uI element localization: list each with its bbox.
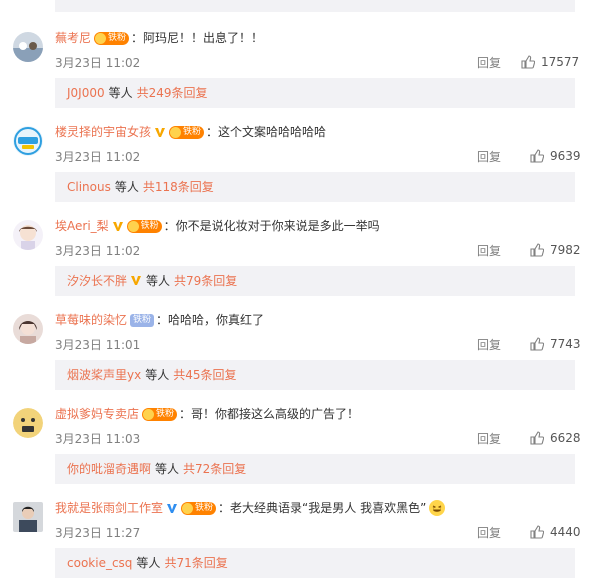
comment-item: 蕪考尼 铁粉 ：阿玛尼！！出息了！！ 3月23日 11:02 回复 17577 … — [0, 18, 596, 112]
comment-text: ：哥！你都接这么高级的广告了！ — [179, 407, 360, 421]
like-button[interactable]: 4440 — [530, 524, 581, 540]
thumbs-up-icon — [530, 243, 544, 257]
avatar[interactable] — [13, 408, 43, 438]
username[interactable]: 楼灵择的宇宙女孩 — [55, 123, 151, 141]
comment-time: 3月23日 11:03 — [55, 432, 141, 446]
reply-button[interactable]: 回复 — [477, 525, 501, 541]
fan-badge[interactable]: 铁粉 — [126, 219, 162, 233]
avatar[interactable] — [13, 220, 43, 250]
avatar[interactable] — [13, 502, 43, 532]
level-icon — [182, 502, 194, 514]
username[interactable]: 我就是张雨剑工作室 — [55, 499, 163, 517]
sub-reply-user[interactable]: cookie_csq — [67, 556, 132, 570]
fan-badge[interactable]: 铁粉 — [142, 407, 178, 421]
sub-reply-total[interactable]: 共72条回复 — [183, 462, 246, 476]
sub-replies-box[interactable]: J0J000 等人 共249条回复 — [55, 78, 575, 108]
reply-button[interactable]: 回复 — [477, 431, 501, 447]
comment-time: 3月23日 11:02 — [55, 244, 141, 258]
sub-reply-total[interactable]: 共71条回复 — [164, 556, 227, 570]
like-count: 9639 — [550, 149, 581, 163]
comment-item: 虚拟爹妈专卖店 铁粉 ：哥！你都接这么高级的广告了！ 3月23日 11:03 回… — [0, 394, 596, 488]
thumbs-up-icon — [530, 337, 544, 351]
sub-reply-total[interactable]: 共79条回复 — [174, 274, 237, 288]
like-count: 4440 — [550, 525, 581, 539]
previous-reply-box — [55, 0, 575, 12]
comment-text: ：这个文案哈哈哈哈哈 — [206, 125, 327, 139]
like-count: 17577 — [541, 55, 580, 69]
comment-item: 草莓味的染忆 铁粉 ：哈哈哈，你真红了 3月23日 11:01 回复 7743 … — [0, 300, 596, 394]
sub-replies-box[interactable]: 汐汐长不胖 等人 共79条回复 — [55, 266, 575, 296]
comment-item: 埃Aeri_梨 铁粉 ：你不是说化妆对于你来说是多此一举吗 3月23日 11:0… — [0, 206, 596, 300]
sub-reply-total[interactable]: 共249条回复 — [137, 86, 208, 100]
username[interactable]: 草莓味的染忆 — [55, 311, 127, 329]
like-button[interactable]: 17577 — [521, 54, 579, 70]
verified-v-icon — [112, 222, 123, 231]
username[interactable]: 虚拟爹妈专卖店 — [55, 405, 139, 423]
fan-badge[interactable]: 铁粉 — [130, 313, 155, 327]
level-icon — [127, 220, 139, 232]
fan-badge[interactable]: 铁粉 — [169, 125, 205, 139]
verified-v-icon — [167, 504, 178, 513]
thumbs-up-icon — [530, 431, 544, 445]
avatar[interactable] — [13, 126, 43, 156]
level-icon — [143, 408, 155, 420]
like-count: 7982 — [550, 243, 581, 257]
fan-badge[interactable]: 铁粉 — [181, 501, 217, 515]
comment-text: ：你不是说化妆对于你来说是多此一举吗 — [163, 219, 380, 233]
like-button[interactable]: 9639 — [530, 148, 581, 164]
sub-replies-box[interactable]: Clinous 等人 共118条回复 — [55, 172, 575, 202]
sub-reply-user[interactable]: 汐汐长不胖 — [67, 274, 127, 288]
sub-reply-user[interactable]: 你的吡溜奇遇啊 — [67, 462, 151, 476]
comment-text: ：老大经典语录“我是男人 我喜欢黑色” — [218, 501, 427, 515]
like-count: 6628 — [550, 431, 581, 445]
comment-time: 3月23日 11:02 — [55, 150, 141, 164]
thumbs-up-icon — [530, 525, 544, 539]
sub-reply-user[interactable]: Clinous — [67, 180, 111, 194]
like-button[interactable]: 7982 — [530, 242, 581, 258]
level-icon — [95, 32, 107, 44]
username[interactable]: 埃Aeri_梨 — [55, 217, 109, 235]
thumbs-up-icon — [521, 55, 535, 69]
reply-button[interactable]: 回复 — [477, 149, 501, 165]
comment-text: ：哈哈哈，你真红了 — [156, 313, 265, 327]
level-icon — [170, 126, 182, 138]
sub-replies-box[interactable]: 烟波桨声里yx 等人 共45条回复 — [55, 360, 575, 390]
like-button[interactable]: 7743 — [530, 336, 581, 352]
sub-reply-user[interactable]: J0J000 — [67, 86, 105, 100]
avatar[interactable] — [13, 32, 43, 62]
verified-v-icon — [155, 128, 166, 137]
sub-replies-box[interactable]: cookie_csq 等人 共71条回复 — [55, 548, 575, 578]
comment-time: 3月23日 11:02 — [55, 56, 141, 70]
comment-item: 我就是张雨剑工作室 铁粉 ：老大经典语录“我是男人 我喜欢黑色” 3月23日 1… — [0, 488, 596, 582]
comment-item: 楼灵择的宇宙女孩 铁粉 ：这个文案哈哈哈哈哈 3月23日 11:02 回复 96… — [0, 112, 596, 206]
sub-reply-total[interactable]: 共45条回复 — [173, 368, 236, 382]
reply-button[interactable]: 回复 — [477, 55, 501, 71]
reply-button[interactable]: 回复 — [477, 243, 501, 259]
like-button[interactable]: 6628 — [530, 430, 581, 446]
comment-time: 3月23日 11:27 — [55, 526, 141, 540]
thumbs-up-icon — [530, 149, 544, 163]
sub-reply-total[interactable]: 共118条回复 — [143, 180, 214, 194]
comment-text: ：阿玛尼！！出息了！！ — [131, 31, 264, 45]
verified-v-icon — [131, 276, 142, 285]
fan-badge[interactable]: 铁粉 — [94, 31, 130, 45]
comment-time: 3月23日 11:01 — [55, 338, 141, 352]
avatar[interactable] — [13, 314, 43, 344]
reply-button[interactable]: 回复 — [477, 337, 501, 353]
sub-reply-user[interactable]: 烟波桨声里yx — [67, 368, 141, 382]
laughing-emoji-icon — [429, 500, 446, 516]
sub-replies-box[interactable]: 你的吡溜奇遇啊 等人 共72条回复 — [55, 454, 575, 484]
like-count: 7743 — [550, 337, 581, 351]
username[interactable]: 蕪考尼 — [55, 29, 91, 47]
